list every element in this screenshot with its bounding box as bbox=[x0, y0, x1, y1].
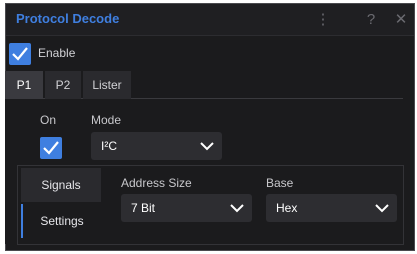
checkmark-icon bbox=[43, 141, 59, 155]
enable-checkbox[interactable] bbox=[9, 43, 31, 65]
address-size-label: Address Size bbox=[121, 176, 192, 190]
tab-lister[interactable]: Lister bbox=[83, 71, 131, 99]
mode-value: I²C bbox=[101, 139, 117, 153]
chevron-down-icon bbox=[230, 204, 244, 213]
mode-select[interactable]: I²C bbox=[91, 132, 222, 160]
close-icon[interactable]: ✕ bbox=[390, 9, 412, 31]
title-bar: Protocol Decode ⋮ ? ✕ bbox=[6, 4, 414, 36]
tab-p2[interactable]: P2 bbox=[45, 71, 81, 99]
base-value: Hex bbox=[276, 201, 298, 215]
kebab-icon[interactable]: ⋮ bbox=[312, 9, 334, 31]
base-select[interactable]: Hex bbox=[266, 194, 397, 222]
window: Protocol Decode ⋮ ? ✕ Enable P1 P2 Liste… bbox=[0, 0, 417, 254]
mode-label: Mode bbox=[91, 113, 122, 127]
chevron-down-icon bbox=[375, 204, 389, 213]
address-size-value: 7 Bit bbox=[131, 201, 156, 215]
dialog-title: Protocol Decode bbox=[16, 11, 120, 26]
help-icon[interactable]: ? bbox=[360, 9, 382, 31]
on-label: On bbox=[40, 113, 57, 127]
side-tab-signals[interactable]: Signals bbox=[21, 168, 101, 202]
side-tab-settings[interactable]: Settings bbox=[21, 204, 101, 238]
enable-label: Enable bbox=[38, 46, 76, 60]
tab-strip: P1 P2 Lister bbox=[5, 71, 403, 99]
address-size-select[interactable]: 7 Bit bbox=[121, 194, 252, 222]
base-label: Base bbox=[266, 176, 294, 190]
chevron-down-icon bbox=[200, 142, 214, 151]
checkmark-icon bbox=[12, 47, 28, 61]
tab-p1[interactable]: P1 bbox=[5, 71, 43, 99]
on-checkbox[interactable] bbox=[40, 137, 62, 159]
